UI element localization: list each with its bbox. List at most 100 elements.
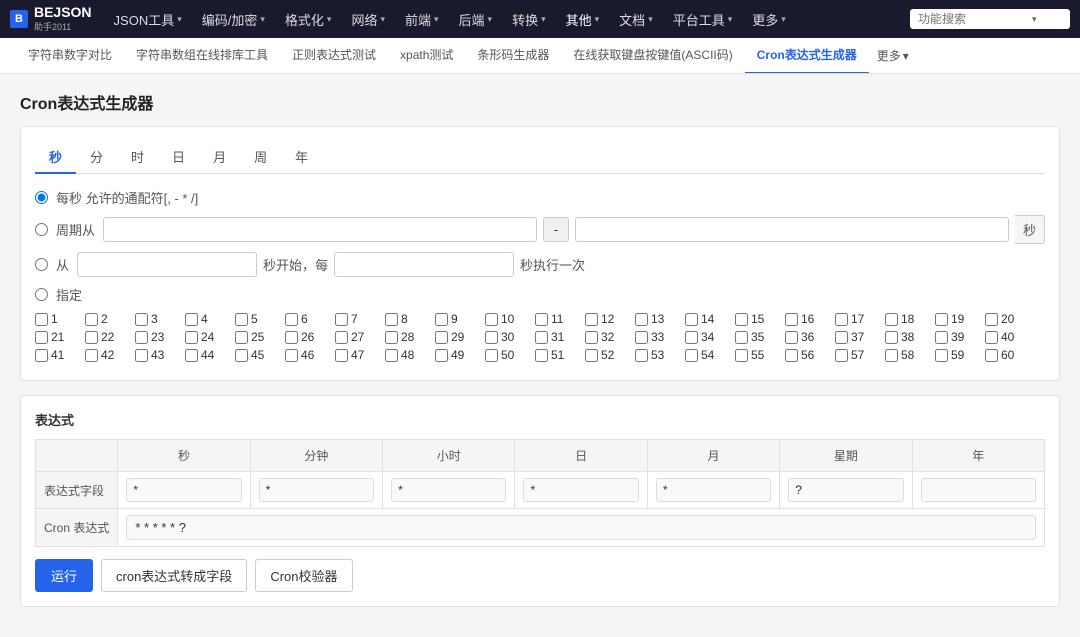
nav-json-tools[interactable]: JSON工具 ▾	[106, 0, 190, 38]
checkbox-label-25[interactable]: 25	[251, 330, 264, 344]
checkbox-28[interactable]	[385, 331, 398, 344]
checkbox-label-45[interactable]: 45	[251, 348, 264, 362]
checkbox-label-3[interactable]: 3	[151, 312, 158, 326]
period-from-input[interactable]	[103, 217, 537, 242]
checkbox-29[interactable]	[435, 331, 448, 344]
checkbox-label-49[interactable]: 49	[451, 348, 464, 362]
checkbox-label-13[interactable]: 13	[651, 312, 664, 326]
nav-frontend[interactable]: 前端 ▾	[397, 0, 447, 38]
checkbox-label-29[interactable]: 29	[451, 330, 464, 344]
checkbox-label-31[interactable]: 31	[551, 330, 564, 344]
checkbox-30[interactable]	[485, 331, 498, 344]
checkbox-60[interactable]	[985, 349, 998, 362]
checkbox-53[interactable]	[635, 349, 648, 362]
checkbox-51[interactable]	[535, 349, 548, 362]
checkbox-13[interactable]	[635, 313, 648, 326]
nav-other[interactable]: 其他 ▾	[558, 0, 608, 38]
radio-from-input[interactable]	[35, 258, 48, 271]
checkbox-label-58[interactable]: 58	[901, 348, 914, 362]
checkbox-label-59[interactable]: 59	[951, 348, 964, 362]
nav-convert[interactable]: 转换 ▾	[504, 0, 554, 38]
checkbox-label-28[interactable]: 28	[401, 330, 414, 344]
checkbox-label-18[interactable]: 18	[901, 312, 914, 326]
checkbox-label-44[interactable]: 44	[201, 348, 214, 362]
checkbox-label-20[interactable]: 20	[1001, 312, 1014, 326]
checkbox-label-43[interactable]: 43	[151, 348, 164, 362]
checkbox-label-40[interactable]: 40	[1001, 330, 1014, 344]
sec-nav-cron[interactable]: Cron表达式生成器	[745, 38, 869, 74]
expr-week-input[interactable]	[788, 478, 903, 502]
radio-period-input[interactable]	[35, 223, 48, 236]
checkbox-5[interactable]	[235, 313, 248, 326]
radio-from-label[interactable]: 从	[56, 255, 69, 274]
tab-hour[interactable]: 时	[117, 141, 158, 174]
checkbox-label-30[interactable]: 30	[501, 330, 514, 344]
radio-every-second-input[interactable]	[35, 191, 48, 204]
radio-specify-label[interactable]: 指定	[56, 285, 82, 304]
tab-minute[interactable]: 分	[76, 141, 117, 174]
checkbox-label-12[interactable]: 12	[601, 312, 614, 326]
checkbox-label-46[interactable]: 46	[301, 348, 314, 362]
checkbox-57[interactable]	[835, 349, 848, 362]
checkbox-label-52[interactable]: 52	[601, 348, 614, 362]
radio-every-second-label[interactable]: 每秒 允许的通配符[, - * /]	[56, 188, 198, 207]
checkbox-label-14[interactable]: 14	[701, 312, 714, 326]
checkbox-27[interactable]	[335, 331, 348, 344]
checkbox-label-34[interactable]: 34	[701, 330, 714, 344]
checkbox-33[interactable]	[635, 331, 648, 344]
checkbox-label-11[interactable]: 11	[551, 312, 563, 326]
checkbox-18[interactable]	[885, 313, 898, 326]
checkbox-10[interactable]	[485, 313, 498, 326]
from-start-input[interactable]	[77, 252, 257, 277]
checkbox-40[interactable]	[985, 331, 998, 344]
checkbox-label-32[interactable]: 32	[601, 330, 614, 344]
nav-backend[interactable]: 后端 ▾	[451, 0, 501, 38]
checkbox-7[interactable]	[335, 313, 348, 326]
checkbox-label-60[interactable]: 60	[1001, 348, 1014, 362]
checkbox-17[interactable]	[835, 313, 848, 326]
checkbox-34[interactable]	[685, 331, 698, 344]
checkbox-8[interactable]	[385, 313, 398, 326]
nav-platform[interactable]: 平台工具 ▾	[665, 0, 741, 38]
expr-month-input[interactable]	[656, 478, 771, 502]
nav-format[interactable]: 格式化 ▾	[277, 0, 340, 38]
sec-nav-xpath[interactable]: xpath测试	[388, 38, 465, 74]
logo[interactable]: B BEJSON 助手2011	[10, 5, 92, 33]
checkbox-label-36[interactable]: 36	[801, 330, 814, 344]
checkbox-label-15[interactable]: 15	[751, 312, 764, 326]
checkbox-23[interactable]	[135, 331, 148, 344]
checkbox-label-56[interactable]: 56	[801, 348, 814, 362]
checkbox-label-55[interactable]: 55	[751, 348, 764, 362]
checkbox-label-22[interactable]: 22	[101, 330, 114, 344]
checkbox-label-47[interactable]: 47	[351, 348, 364, 362]
checkbox-label-37[interactable]: 37	[851, 330, 864, 344]
checkbox-6[interactable]	[285, 313, 298, 326]
checkbox-43[interactable]	[135, 349, 148, 362]
checkbox-49[interactable]	[435, 349, 448, 362]
checkbox-22[interactable]	[85, 331, 98, 344]
sec-nav-more[interactable]: 更多 ▾	[869, 47, 917, 64]
checkbox-label-1[interactable]: 1	[51, 312, 58, 326]
sec-nav-ascii[interactable]: 在线获取键盘按键值(ASCII码)	[561, 38, 744, 74]
checkbox-42[interactable]	[85, 349, 98, 362]
checkbox-26[interactable]	[285, 331, 298, 344]
checkbox-label-17[interactable]: 17	[851, 312, 864, 326]
tab-year[interactable]: 年	[281, 141, 322, 174]
checkbox-label-21[interactable]: 21	[51, 330, 64, 344]
checkbox-label-33[interactable]: 33	[651, 330, 664, 344]
checkbox-label-6[interactable]: 6	[301, 312, 308, 326]
checkbox-12[interactable]	[585, 313, 598, 326]
checkbox-label-16[interactable]: 16	[801, 312, 814, 326]
nav-network[interactable]: 网络 ▾	[343, 0, 393, 38]
checkbox-label-4[interactable]: 4	[201, 312, 208, 326]
checkbox-44[interactable]	[185, 349, 198, 362]
checkbox-46[interactable]	[285, 349, 298, 362]
to-fields-button[interactable]: cron表达式转成字段	[101, 559, 247, 592]
checkbox-label-50[interactable]: 50	[501, 348, 514, 362]
checkbox-24[interactable]	[185, 331, 198, 344]
checkbox-3[interactable]	[135, 313, 148, 326]
chevron-down-icon[interactable]: ▾	[1032, 14, 1037, 25]
checkbox-45[interactable]	[235, 349, 248, 362]
radio-period-label[interactable]: 周期从	[56, 220, 95, 239]
checkbox-20[interactable]	[985, 313, 998, 326]
